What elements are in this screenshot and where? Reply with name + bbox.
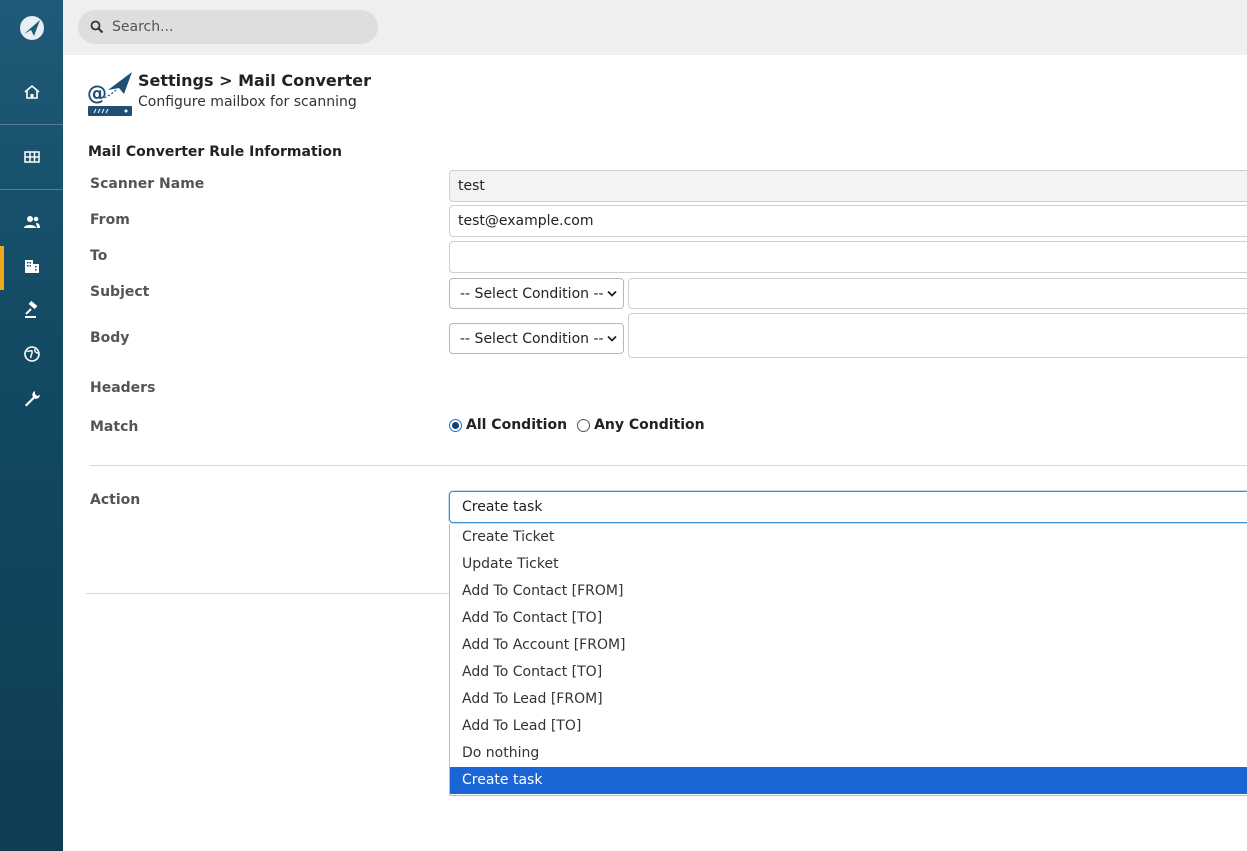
page-title: Settings > Mail Converter (138, 71, 372, 90)
match-all-radio[interactable] (449, 418, 462, 432)
scanner-name-label: Scanner Name (90, 176, 205, 192)
to-label: To (90, 248, 108, 264)
sidebar-divider (0, 189, 63, 190)
match-any-label[interactable]: Any Condition (594, 417, 705, 433)
top-bar (63, 0, 1247, 55)
svg-text:@: @ (87, 81, 107, 105)
sidebar-item-legal[interactable] (0, 290, 63, 330)
sidebar-item-web[interactable] (0, 334, 63, 374)
search-icon (90, 20, 104, 34)
action-option[interactable]: Add To Account [FROM] (450, 632, 1247, 659)
chevron-down-icon (607, 335, 617, 342)
sidebar-item-dashboard[interactable] (0, 137, 63, 177)
app-logo-icon (19, 16, 44, 40)
to-field[interactable] (449, 241, 1247, 273)
action-option[interactable]: Do nothing (450, 740, 1247, 767)
subject-condition-select[interactable]: -- Select Condition -- (449, 278, 624, 309)
match-label: Match (90, 419, 139, 435)
sidebar (0, 0, 63, 851)
sidebar-item-contacts[interactable] (0, 202, 63, 242)
home-icon (23, 84, 40, 99)
body-value-field[interactable] (628, 313, 1247, 358)
action-option[interactable]: Add To Lead [TO] (450, 713, 1247, 740)
sidebar-item-tools[interactable] (0, 378, 63, 418)
scanner-name-field[interactable] (449, 170, 1247, 202)
subject-value-field[interactable] (628, 278, 1247, 309)
bottom-divider (86, 593, 449, 594)
section-divider (90, 465, 1247, 466)
action-option[interactable]: Add To Contact [FROM] (450, 578, 1247, 605)
action-option[interactable]: Add To Contact [TO] (450, 659, 1247, 686)
from-field[interactable] (449, 205, 1247, 237)
gavel-icon (24, 301, 37, 318)
mail-converter-icon: @ (87, 72, 132, 116)
match-any-radio[interactable] (577, 418, 591, 432)
action-select[interactable]: Create task (449, 491, 1247, 523)
action-select-value: Create task (462, 499, 543, 515)
building-icon (24, 260, 39, 273)
match-radio-group: All Condition Any Condition (449, 417, 705, 433)
action-option[interactable]: Add To Lead [FROM] (450, 686, 1247, 713)
sidebar-divider (0, 124, 63, 125)
subject-label: Subject (90, 284, 150, 300)
action-option[interactable]: Update Ticket (450, 551, 1247, 578)
page-subtitle: Configure mailbox for scanning (138, 94, 357, 110)
action-option[interactable]: Create Ticket (450, 524, 1247, 551)
body-label: Body (90, 330, 130, 346)
headers-label: Headers (90, 380, 156, 396)
action-option[interactable]: Add To Contact [TO] (450, 605, 1247, 632)
globe-icon (23, 346, 40, 362)
sidebar-item-organizations[interactable] (0, 246, 63, 290)
sidebar-item-home[interactable] (0, 72, 63, 112)
search-input[interactable] (112, 19, 352, 35)
body-condition-select[interactable]: -- Select Condition -- (449, 323, 624, 354)
section-title: Mail Converter Rule Information (88, 144, 343, 160)
wrench-icon (24, 391, 40, 407)
match-all-label[interactable]: All Condition (466, 417, 567, 433)
action-dropdown-list: Create Ticket Update Ticket Add To Conta… (449, 524, 1247, 796)
body-condition-value: -- Select Condition -- (460, 330, 604, 347)
chevron-down-icon (607, 290, 617, 297)
app-logo[interactable] (0, 0, 63, 56)
grid-icon (23, 151, 40, 163)
from-label: From (90, 212, 130, 228)
search-box[interactable] (78, 10, 378, 44)
contacts-icon (23, 216, 40, 228)
action-option-selected[interactable]: Create task (450, 767, 1247, 794)
subject-condition-value: -- Select Condition -- (460, 285, 604, 302)
action-label: Action (90, 492, 141, 508)
